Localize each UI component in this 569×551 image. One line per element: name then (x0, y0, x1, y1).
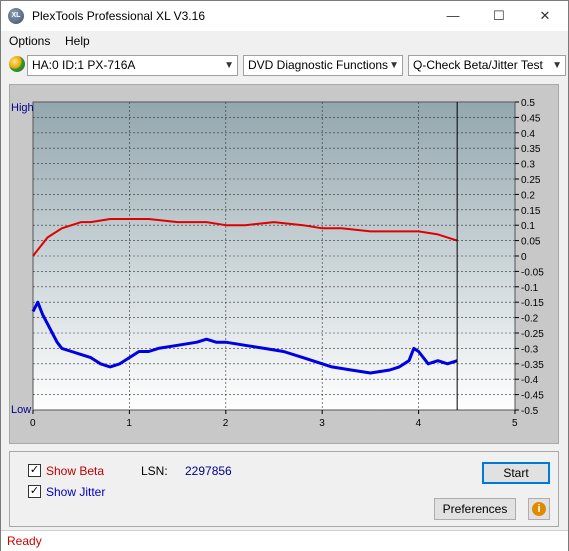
drive-select[interactable]: HA:0 ID:1 PX-716A ▼ (27, 55, 238, 76)
y-tick-label: -0.15 (521, 298, 544, 309)
drive-select-value: HA:0 ID:1 PX-716A (32, 58, 136, 72)
maximize-button[interactable]: ☐ (476, 1, 522, 31)
y-tick-label: 0.25 (521, 175, 541, 186)
y-tick-label: 0.05 (521, 237, 541, 248)
y-tick-label: 0.3 (521, 160, 535, 171)
toolbar: HA:0 ID:1 PX-716A ▼ DVD Diagnostic Funct… (1, 52, 568, 80)
y-tick-label: 0.5 (521, 98, 535, 109)
chevron-down-icon: ▼ (389, 60, 399, 71)
chevron-down-icon: ▼ (224, 60, 234, 71)
y-tick-label: 0.1 (521, 221, 535, 232)
close-button[interactable]: ✕ (522, 1, 568, 31)
menu-help[interactable]: Help (65, 34, 90, 48)
y-tick-label: 0 (521, 252, 527, 263)
y-tick-label: -0.45 (521, 391, 544, 402)
chevron-down-icon: ▼ (552, 60, 562, 71)
beta-jitter-chart: 0.5 0.45 0.4 0.35 0.3 0.25 0.2 0.15 0.1 0.05 0 -0.0… (11, 98, 544, 429)
minimize-button[interactable]: — (430, 1, 476, 31)
function-select-value: DVD Diagnostic Functions (248, 58, 389, 72)
test-select[interactable]: Q-Check Beta/Jitter Test ▼ (408, 55, 566, 76)
start-button[interactable]: Start (482, 462, 550, 484)
y-tick-label: -0.2 (521, 314, 539, 325)
x-tick-label: 4 (416, 418, 422, 429)
x-tick-label: 0 (30, 418, 36, 429)
axis-label-low: Low (11, 404, 31, 416)
show-jitter-label[interactable]: Show Jitter (46, 485, 105, 499)
window-title: PlexTools Professional XL V3.16 (32, 9, 205, 23)
menu-bar: Options Help (1, 31, 568, 51)
y-tick-label: -0.05 (521, 267, 544, 278)
x-tick-label: 3 (319, 418, 325, 429)
y-tick-label: 0.45 (521, 113, 541, 124)
preferences-button[interactable]: Preferences (434, 498, 516, 520)
y-tick-label: -0.3 (521, 344, 539, 355)
title-bar: XL PlexTools Professional XL V3.16 — ☐ ✕ (1, 1, 568, 31)
lsn-label: LSN: (141, 464, 168, 478)
y-tick-label: 0.2 (521, 190, 535, 201)
function-select[interactable]: DVD Diagnostic Functions ▼ (243, 55, 403, 76)
y-tick-label: -0.4 (521, 375, 539, 386)
x-tick-label: 5 (512, 418, 518, 429)
y-tick-label: -0.1 (521, 283, 539, 294)
status-bar: Ready (1, 530, 568, 551)
show-beta-label[interactable]: Show Beta (46, 464, 104, 478)
menu-options[interactable]: Options (9, 34, 50, 48)
info-button[interactable]: i (528, 498, 550, 520)
chart-panel: 0.5 0.45 0.4 0.35 0.3 0.25 0.2 0.15 0.1 0.05 0 -0.0… (9, 84, 559, 444)
show-jitter-checkbox[interactable]: ✓ (28, 485, 41, 498)
axis-label-high: High (11, 102, 34, 114)
y-tick-label: -0.35 (521, 360, 544, 371)
lsn-value: 2297856 (185, 464, 232, 478)
options-panel: ✓ Show Beta ✓ Show Jitter LSN: 2297856 S… (9, 451, 559, 527)
y-tick-label: -0.25 (521, 329, 544, 340)
y-tick-label: 0.15 (521, 206, 541, 217)
app-icon: XL (8, 8, 24, 24)
test-select-value: Q-Check Beta/Jitter Test (413, 58, 543, 72)
app-window: XL PlexTools Professional XL V3.16 — ☐ ✕… (0, 0, 569, 551)
x-tick-label: 2 (223, 418, 229, 429)
show-beta-checkbox[interactable]: ✓ (28, 464, 41, 477)
x-tick-label: 1 (126, 418, 132, 429)
y-tick-label: 0.35 (521, 144, 541, 155)
y-tick-label: -0.5 (521, 406, 539, 417)
status-text: Ready (7, 534, 42, 548)
info-icon: i (532, 502, 546, 516)
y-tick-label: 0.4 (521, 129, 535, 140)
